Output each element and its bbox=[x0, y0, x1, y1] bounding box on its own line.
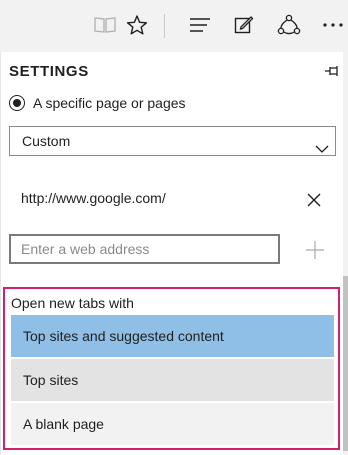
radio-label: A specific page or pages bbox=[33, 95, 186, 111]
startup-radio-specific-pages[interactable]: A specific page or pages bbox=[9, 93, 186, 113]
pages-select-value: Custom bbox=[22, 133, 71, 149]
favorites-star-icon[interactable] bbox=[124, 12, 150, 38]
scrollbar-thumb[interactable] bbox=[343, 276, 348, 451]
new-tabs-dropdown[interactable]: Open new tabs with Top sites and suggest… bbox=[3, 287, 340, 450]
browser-toolbar bbox=[0, 0, 348, 52]
settings-title: SETTINGS bbox=[9, 63, 89, 80]
radio-button[interactable] bbox=[9, 95, 25, 111]
share-icon[interactable] bbox=[276, 12, 302, 38]
startup-page-url: http://www.google.com/ bbox=[21, 190, 166, 206]
dropdown-option-top-sites[interactable]: Top sites bbox=[11, 359, 334, 401]
remove-url-close-icon[interactable] bbox=[305, 191, 323, 209]
hub-icon[interactable] bbox=[187, 12, 213, 38]
toolbar-separator bbox=[164, 14, 165, 38]
reading-view-icon[interactable] bbox=[92, 12, 118, 38]
pages-select[interactable]: Custom bbox=[9, 126, 336, 156]
radio-selected-dot bbox=[13, 99, 21, 107]
dropdown-option-blank-page[interactable]: A blank page bbox=[11, 403, 334, 445]
web-note-icon[interactable] bbox=[231, 12, 257, 38]
dropdown-option-top-sites-suggested[interactable]: Top sites and suggested content bbox=[11, 315, 334, 357]
more-icon[interactable] bbox=[320, 12, 346, 38]
web-address-input[interactable] bbox=[9, 234, 280, 264]
new-tabs-label: Open new tabs with bbox=[11, 295, 134, 311]
pin-icon[interactable] bbox=[324, 64, 342, 78]
chevron-down-icon bbox=[315, 135, 329, 163]
add-page-plus-icon[interactable] bbox=[305, 240, 325, 260]
